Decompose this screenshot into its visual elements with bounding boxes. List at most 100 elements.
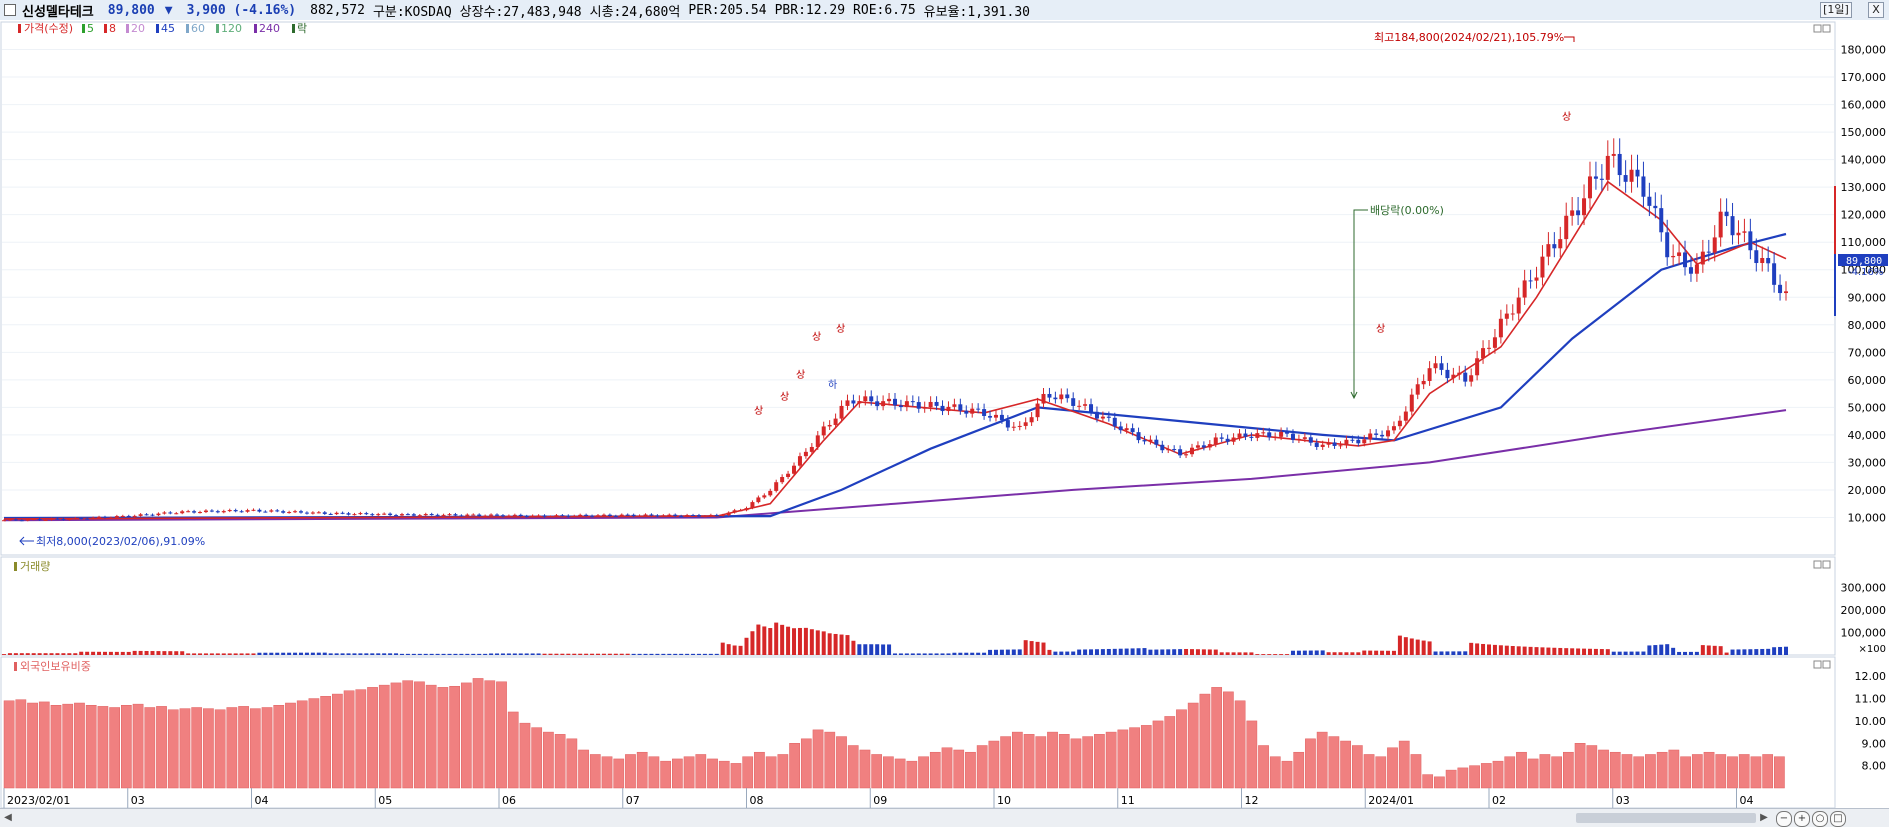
volume-bar	[483, 653, 488, 655]
price-axis-tick: 160,000	[1841, 99, 1887, 112]
candle-body	[1671, 255, 1676, 258]
volume-bar	[465, 653, 470, 655]
volume-bar	[1564, 648, 1569, 655]
foreign-bar	[1375, 756, 1387, 789]
market-cap: 시총:24,680억	[589, 4, 681, 20]
candle-body	[970, 408, 975, 414]
candle-body	[1754, 250, 1759, 264]
foreign-bar	[167, 709, 179, 789]
volume-bar	[714, 653, 719, 655]
candle-body	[1380, 434, 1385, 437]
volume-bar	[548, 653, 553, 655]
foreign-bar	[308, 698, 320, 789]
foreign-bar	[1715, 754, 1727, 789]
volume-bar	[1279, 654, 1284, 655]
volume-bar	[922, 653, 927, 655]
candle-body	[150, 514, 155, 516]
horizontal-scrollbar[interactable]: ◀ ▶ − + ○ □	[0, 808, 1889, 827]
stock-name[interactable]: 신성델타테크	[22, 1, 94, 20]
x-axis-tick: 2023/02/01	[7, 794, 70, 807]
candle-body	[19, 520, 24, 522]
zoom-reset-icon[interactable]: ○	[1812, 811, 1828, 827]
volume-bar	[1540, 647, 1545, 655]
x-axis-tick: 10	[997, 794, 1011, 807]
candle-body	[1558, 239, 1563, 249]
foreign-bar	[988, 740, 1000, 789]
candle-body	[209, 510, 214, 512]
zoom-in-icon[interactable]: +	[1794, 811, 1810, 827]
candle-body	[685, 515, 690, 517]
volume-bar	[946, 653, 951, 655]
candle-body	[73, 518, 78, 520]
scroll-left-icon[interactable]: ◀	[2, 812, 14, 824]
volume-bar	[417, 653, 422, 655]
scroll-right-icon[interactable]: ▶	[1758, 812, 1770, 824]
volume-panel	[0, 556, 1836, 656]
candle-body	[1700, 251, 1705, 265]
foreign-bar	[1011, 731, 1023, 789]
candle-body	[815, 435, 820, 447]
candle-body	[1136, 432, 1141, 441]
volume-bar	[328, 653, 333, 655]
candle-body	[1219, 437, 1224, 439]
volume-bar	[471, 653, 476, 655]
volume-bar	[1089, 649, 1094, 655]
volume-bar	[180, 651, 185, 655]
volume-bar	[898, 653, 903, 655]
volume-bar	[1481, 643, 1486, 655]
zoom-out-icon[interactable]: −	[1776, 811, 1792, 827]
volume-bar	[1267, 654, 1272, 655]
price-axis-tick: 60,000	[1848, 374, 1887, 387]
volume-bar	[1005, 649, 1010, 655]
candle-body	[1201, 445, 1206, 448]
volume-bar	[1029, 641, 1034, 655]
volume-bar	[1178, 649, 1183, 655]
volume-bar	[1368, 650, 1373, 655]
volume-bar	[679, 653, 684, 655]
stock-chart[interactable]: 가격(수정) 5 8 20 45 60 120 240 락 10,000 20,000 30,00…	[0, 20, 1889, 808]
candle-body	[1267, 432, 1272, 438]
volume-bar	[691, 653, 696, 655]
volume-bar	[1017, 649, 1022, 655]
volume-bar	[631, 653, 636, 655]
foreign-bar	[1398, 740, 1410, 789]
x-axis-tick: 02	[1492, 794, 1506, 807]
volume-bar	[1522, 646, 1527, 655]
foreign-bar	[718, 760, 730, 789]
candle-body	[578, 514, 583, 516]
period-button[interactable]: [1일]	[1820, 2, 1852, 18]
price-axis-tick: 130,000	[1841, 181, 1887, 194]
candle-body	[186, 511, 191, 513]
volume-bar	[839, 634, 844, 655]
foreign-bar	[566, 738, 578, 789]
volume-bar	[1059, 651, 1064, 655]
candle-body	[310, 512, 315, 514]
volume-bar	[738, 645, 743, 655]
candle-body	[239, 511, 244, 513]
foreign-axis-tick: 10.00	[1855, 715, 1887, 728]
candle-body	[881, 401, 886, 407]
foreign-bar	[1105, 731, 1117, 789]
foreign-bar	[74, 702, 85, 789]
volume-bar	[358, 653, 363, 655]
candle-body	[1249, 436, 1254, 438]
foreign-bar	[625, 754, 636, 789]
zoom-fit-icon[interactable]: □	[1830, 811, 1846, 827]
volume-bar	[293, 652, 298, 655]
select-checkbox[interactable]	[4, 4, 16, 16]
volume-bar	[73, 653, 78, 655]
candle-body	[744, 508, 749, 511]
volume-bar	[1302, 650, 1307, 655]
volume-bar	[447, 653, 452, 655]
candle-body	[1718, 211, 1723, 238]
volume-bar	[1570, 648, 1575, 655]
volume-bar	[708, 653, 713, 655]
volume-bar	[815, 630, 820, 655]
volume-bar	[887, 644, 892, 655]
foreign-bar	[953, 749, 965, 789]
scroll-thumb[interactable]	[1576, 813, 1756, 823]
candle-body	[1623, 175, 1628, 182]
close-button[interactable]: X	[1868, 2, 1884, 18]
volume-bar	[1528, 646, 1533, 655]
candle-body	[168, 512, 173, 514]
